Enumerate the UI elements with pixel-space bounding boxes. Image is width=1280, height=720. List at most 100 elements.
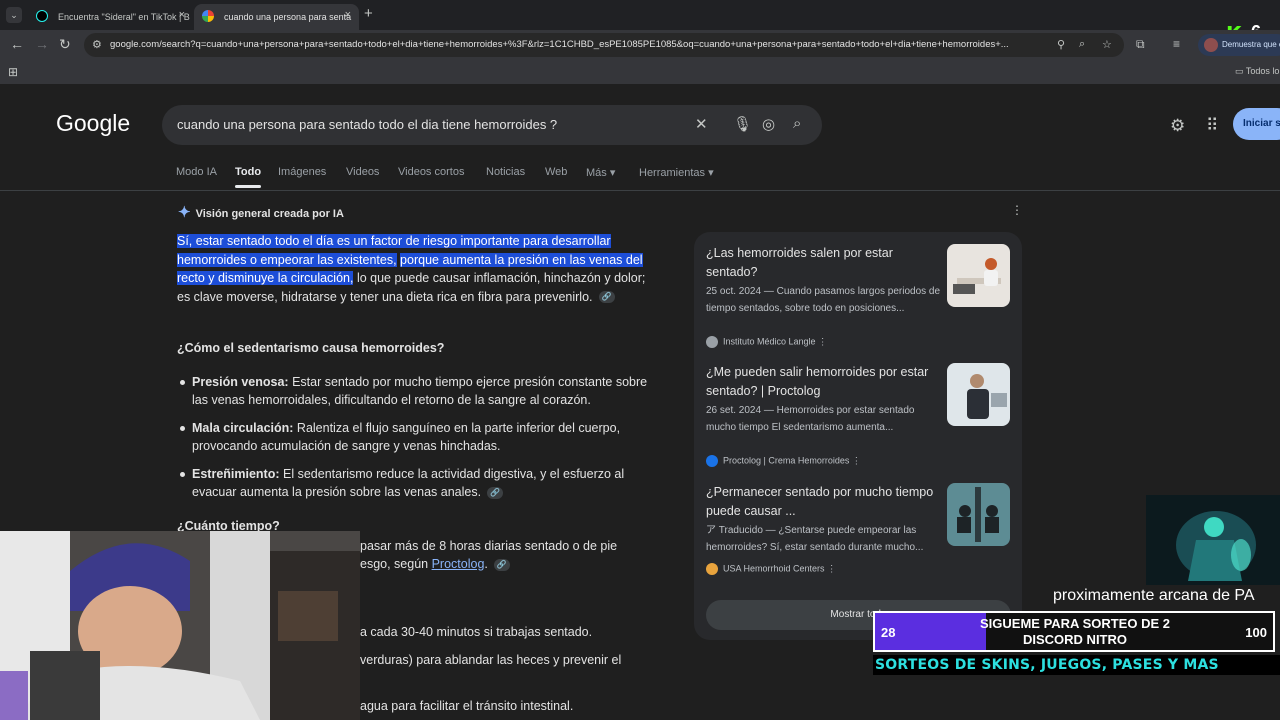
tab-noticias[interactable]: Noticias <box>486 166 525 178</box>
apps-grid-icon[interactable]: ⊞ <box>8 65 18 79</box>
tiktok-icon <box>36 10 48 22</box>
source-thumbnail[interactable] <box>947 483 1010 546</box>
paragraph-text-part: esgo, según <box>360 557 429 571</box>
translate-icon: ア <box>706 525 716 536</box>
tab-list-button[interactable]: ⌄ <box>6 7 22 23</box>
source-thumbnail[interactable] <box>947 244 1010 307</box>
source-snippet: ア Traducido — ¿Sentarse puede empeorar l… <box>706 523 944 556</box>
sources-panel: ¿Las hemorroides salen por estar sentado… <box>694 232 1022 640</box>
link-icon[interactable]: 🔗 <box>487 486 504 499</box>
bookmark-star-icon[interactable]: ☆ <box>1102 38 1112 51</box>
google-icon <box>202 10 214 22</box>
goal-label: SIGUEME PARA SORTEO DE 2 DISCORD NITRO <box>935 616 1215 648</box>
url-text[interactable]: google.com/search?q=cuando+una+persona+p… <box>110 39 1040 50</box>
tab-strip: ⌄ Encuentra "Sideral" en TikTok | B × cu… <box>0 0 1280 30</box>
clear-icon[interactable]: ✕ <box>695 115 708 133</box>
paragraph-text: verduras) para ablandar las heces y prev… <box>360 653 622 667</box>
site-favicon-icon <box>706 563 718 575</box>
media-icon[interactable]: ≡ <box>1173 37 1180 51</box>
tab-videos[interactable]: Videos <box>346 166 379 178</box>
more-icon[interactable]: ⋮ <box>852 455 861 465</box>
paragraph-text: agua para facilitar el tránsito intestin… <box>360 699 574 713</box>
item-term: Presión venosa: <box>192 375 289 389</box>
tab-mas[interactable]: Más ▾ <box>586 166 615 179</box>
location-icon[interactable]: ⚲ <box>1057 38 1065 51</box>
google-logo[interactable]: Google <box>56 110 130 137</box>
giveaway-banner: SORTEOS DE SKINS, JUEGOS, PASES Y MAS <box>873 655 1280 675</box>
site-name: Instituto Médico Langle <box>723 336 816 347</box>
stream-announcement: proximamente arcana de PA <box>1053 587 1255 604</box>
source-title[interactable]: ¿Permanecer sentado por mucho tiempo pue… <box>706 483 938 520</box>
microphone-icon[interactable]: 🎙 <box>733 115 752 133</box>
section-heading: ¿Cómo el sedentarismo causa hemorroides? <box>177 341 445 355</box>
site-favicon-icon <box>706 336 718 348</box>
zoom-icon[interactable]: ⌕ <box>1079 38 1085 51</box>
source-title[interactable]: ¿Las hemorroides salen por estar sentado… <box>706 244 938 281</box>
sparkle-icon: ✦ <box>178 204 191 221</box>
close-tab-icon[interactable]: × <box>179 9 185 21</box>
more-icon[interactable]: ⋮ <box>827 563 836 573</box>
webcam-overlay <box>0 531 360 720</box>
streamer-avatar-image <box>1146 495 1280 585</box>
source-snippet-text: Traducido — ¿Sentarse puede empeorar las… <box>706 525 924 553</box>
proctolog-link[interactable]: Proctolog <box>432 557 485 571</box>
source-title[interactable]: ¿Me pueden salir hemorroides por estar s… <box>706 363 938 400</box>
list-item: Presión venosa: Estar sentado por mucho … <box>180 373 662 409</box>
punctuation: . <box>484 557 488 571</box>
ai-overview-title: Visión general creada por IA <box>195 208 344 220</box>
source-snippet: 25 oct. 2024 — Cuando pasamos largos per… <box>706 286 941 314</box>
paragraph-text: a cada 30-40 minutos si trabajas sentado… <box>360 625 593 639</box>
search-box[interactable]: cuando una persona para sentado todo el … <box>162 105 822 145</box>
ai-overview-paragraph: Sí, estar sentado todo el día es un fact… <box>177 232 655 306</box>
follower-goal-bar: 28 SIGUEME PARA SORTEO DE 2 DISCORD NITRO… <box>873 611 1275 652</box>
forward-icon[interactable]: → <box>35 36 49 52</box>
avatar <box>1204 38 1218 52</box>
site-info-icon[interactable]: ⚙ <box>92 38 102 51</box>
link-icon[interactable]: 🔗 <box>493 558 510 571</box>
site-favicon-icon <box>706 455 718 467</box>
list-item: Mala circulación: Ralentiza el flujo san… <box>180 419 662 455</box>
site-name: Proctolog | Crema Hemorroides <box>723 455 850 466</box>
back-icon[interactable]: ← <box>10 36 24 52</box>
new-tab-button[interactable]: + <box>364 5 373 22</box>
source-site: Proctolog | Crema Hemorroides ⋮ <box>706 455 861 467</box>
tab-google-search[interactable]: cuando una persona para senta × <box>194 4 359 30</box>
source-site: Instituto Médico Langle ⋮ <box>706 336 827 348</box>
more-icon[interactable]: ⋮ <box>818 336 827 346</box>
search-icon[interactable]: ⌕ <box>793 115 801 132</box>
paragraph-text: esgo, según Proctolog. 🔗 <box>360 557 510 571</box>
lens-icon[interactable]: ◎ <box>762 115 775 133</box>
address-bar[interactable]: ⚙ google.com/search?q=cuando+una+persona… <box>84 33 1124 57</box>
item-term: Estreñimiento: <box>192 467 280 481</box>
apps-icon[interactable]: ⠿ <box>1206 116 1218 136</box>
source-site: USA Hemorrhoid Centers ⋮ <box>706 563 836 575</box>
tab-imagenes[interactable]: Imágenes <box>278 166 326 178</box>
tab-web[interactable]: Web <box>545 166 567 178</box>
tab-modo-ia[interactable]: Modo IA <box>176 166 217 178</box>
all-bookmarks-folder[interactable]: ▭ Todos lo <box>1235 66 1279 77</box>
search-input[interactable]: cuando una persona para sentado todo el … <box>177 117 557 132</box>
site-name: USA Hemorrhoid Centers <box>723 563 825 574</box>
close-tab-icon[interactable]: × <box>345 9 351 21</box>
divider <box>0 190 1280 191</box>
tab-videos-cortos[interactable]: Videos cortos <box>398 166 464 178</box>
list-item: Estreñimiento: El sedentarismo reduce la… <box>180 465 662 501</box>
profile-label: Demuestra que er <box>1222 40 1280 49</box>
sign-in-button[interactable]: Iniciar s <box>1233 108 1280 140</box>
browser-toolbar: ← → ↻ ⚙ google.com/search?q=cuando+una+p… <box>0 30 1280 60</box>
paragraph-text: pasar más de 8 horas diarias sentado o d… <box>360 539 618 553</box>
tab-todo[interactable]: Todo <box>235 166 262 188</box>
more-options-icon[interactable]: ⋮ <box>1011 203 1023 217</box>
ai-overview-heading: ✦ Visión general creada por IA <box>178 203 344 221</box>
tab-herramientas[interactable]: Herramientas ▾ <box>639 166 714 179</box>
source-thumbnail[interactable] <box>947 363 1010 426</box>
source-snippet: 26 set. 2024 — Hemorroides por estar sen… <box>706 405 915 433</box>
extensions-icon[interactable]: ⧉ <box>1136 37 1145 52</box>
profile-chip[interactable]: Demuestra que er <box>1198 34 1280 56</box>
link-icon[interactable]: 🔗 <box>598 291 615 304</box>
settings-gear-icon[interactable]: ⚙ <box>1170 116 1185 136</box>
item-term: Mala circulación: <box>192 421 294 435</box>
reload-icon[interactable]: ↻ <box>59 36 71 53</box>
tab-title: cuando una persona para senta <box>224 12 352 22</box>
tab-tiktok[interactable]: Encuentra "Sideral" en TikTok | B × <box>28 4 193 30</box>
